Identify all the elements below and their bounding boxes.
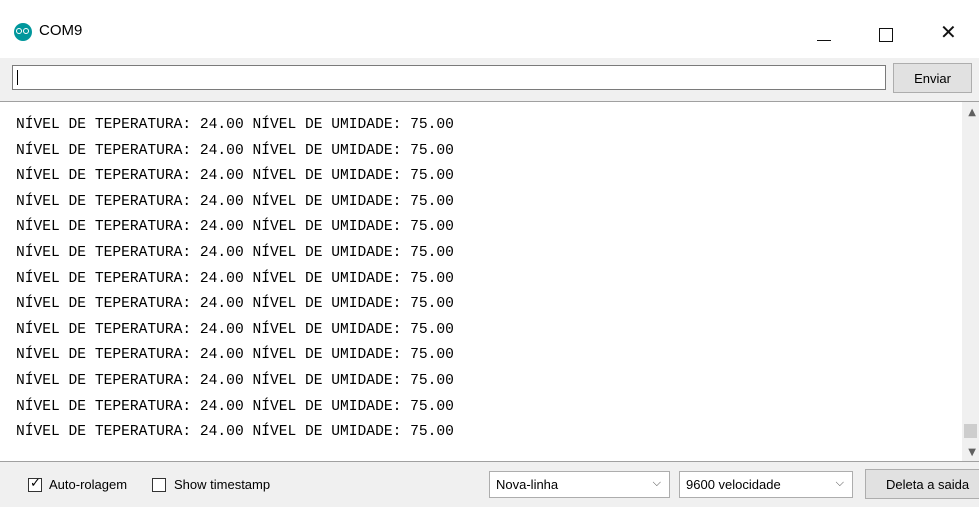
clear-output-button[interactable]: Deleta a saida xyxy=(865,469,979,499)
line-ending-value: Nova-linha xyxy=(496,477,559,492)
window-title: COM9 xyxy=(39,22,83,39)
output-lines: NÍVEL DE TEPERATURA: 24.00 NÍVEL DE UMID… xyxy=(16,113,454,446)
output-line: NÍVEL DE TEPERATURA: 24.00 NÍVEL DE UMID… xyxy=(16,321,454,338)
chevron-down-icon: ⌵ xyxy=(652,476,661,489)
checkmark-icon: ✓ xyxy=(30,476,41,491)
output-line: NÍVEL DE TEPERATURA: 24.00 NÍVEL DE UMID… xyxy=(16,372,454,389)
output-line: NÍVEL DE TEPERATURA: 24.00 NÍVEL DE UMID… xyxy=(16,142,454,159)
output-line: NÍVEL DE TEPERATURA: 24.00 NÍVEL DE UMID… xyxy=(16,117,454,133)
output-line: NÍVEL DE TEPERATURA: 24.00 NÍVEL DE UMID… xyxy=(16,347,454,364)
minimize-icon[interactable] xyxy=(817,40,831,41)
send-button[interactable]: Enviar xyxy=(893,63,972,93)
timestamp-checkbox[interactable] xyxy=(152,478,166,492)
scroll-up-icon[interactable]: ▲ xyxy=(968,107,976,118)
scrollbar-thumb[interactable] xyxy=(964,424,977,438)
baud-rate-value: 9600 velocidade xyxy=(686,477,781,492)
send-input[interactable] xyxy=(12,65,886,90)
output-line: NÍVEL DE TEPERATURA: 24.00 NÍVEL DE UMID… xyxy=(16,168,454,185)
chevron-down-icon: ⌵ xyxy=(835,476,844,489)
line-ending-select[interactable]: Nova-linha ⌵ xyxy=(489,471,670,498)
vertical-scrollbar[interactable]: ▲ ▼ xyxy=(962,102,979,461)
text-caret xyxy=(17,70,18,85)
status-bar: ✓ Auto-rolagem Show timestamp Nova-linha… xyxy=(0,462,979,507)
scroll-down-icon[interactable]: ▼ xyxy=(968,447,976,458)
serial-output[interactable]: NÍVEL DE TEPERATURA: 24.00 NÍVEL DE UMID… xyxy=(0,101,979,462)
output-line: NÍVEL DE TEPERATURA: 24.00 NÍVEL DE UMID… xyxy=(16,244,454,261)
autoscroll-label[interactable]: Auto-rolagem xyxy=(49,477,127,492)
output-line: NÍVEL DE TEPERATURA: 24.00 NÍVEL DE UMID… xyxy=(16,270,454,287)
timestamp-label[interactable]: Show timestamp xyxy=(174,477,270,492)
arduino-logo-icon xyxy=(14,23,32,41)
baud-rate-select[interactable]: 9600 velocidade ⌵ xyxy=(679,471,853,498)
output-line: NÍVEL DE TEPERATURA: 24.00 NÍVEL DE UMID… xyxy=(16,219,454,236)
output-line: NÍVEL DE TEPERATURA: 24.00 NÍVEL DE UMID… xyxy=(16,424,454,441)
output-line: NÍVEL DE TEPERATURA: 24.00 NÍVEL DE UMID… xyxy=(16,193,454,210)
output-line: NÍVEL DE TEPERATURA: 24.00 NÍVEL DE UMID… xyxy=(16,296,454,313)
close-icon[interactable]: ✕ xyxy=(940,22,957,42)
maximize-icon[interactable] xyxy=(879,28,893,42)
autoscroll-checkbox[interactable]: ✓ xyxy=(28,476,42,492)
title-bar: COM9 ✕ xyxy=(0,0,979,58)
serial-monitor-window: COM9 ✕ Enviar NÍVEL DE TEPERATURA: 24.00… xyxy=(0,0,979,507)
output-line: NÍVEL DE TEPERATURA: 24.00 NÍVEL DE UMID… xyxy=(16,398,454,415)
